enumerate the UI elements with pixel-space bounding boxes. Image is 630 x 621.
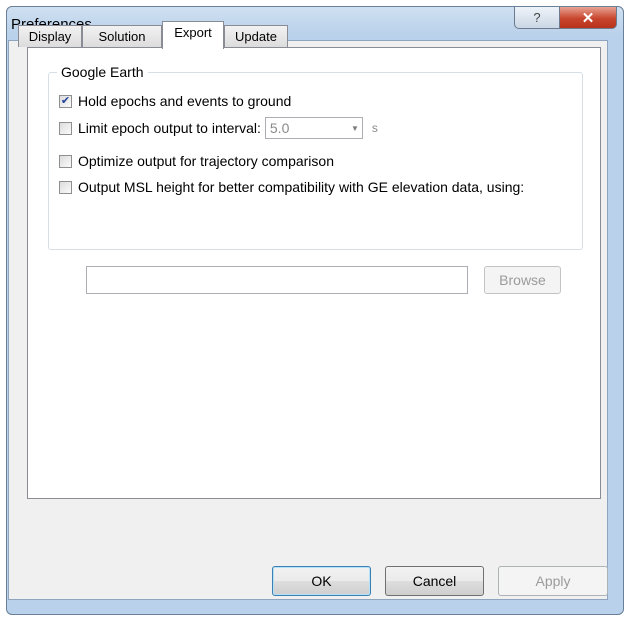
msl-path-input[interactable] bbox=[86, 266, 468, 294]
chevron-down-icon[interactable]: ▼ bbox=[351, 124, 359, 133]
limit-epoch-checkbox[interactable] bbox=[59, 121, 72, 135]
optimize-label: Optimize output for trajectory compariso… bbox=[78, 153, 334, 169]
group-title: Google Earth bbox=[57, 64, 148, 80]
interval-combo[interactable]: 5.0 ▼ bbox=[264, 117, 363, 139]
interval-unit: s bbox=[371, 121, 378, 135]
tab-solution[interactable]: Solution bbox=[82, 25, 162, 47]
close-button[interactable]: ✕ bbox=[559, 7, 617, 29]
msl-checkbox[interactable] bbox=[59, 180, 72, 194]
hold-epochs-row[interactable]: ✔ Hold epochs and events to ground bbox=[59, 93, 291, 109]
hold-epochs-label: Hold epochs and events to ground bbox=[78, 93, 292, 109]
tab-update[interactable]: Update bbox=[224, 25, 288, 47]
hold-epochs-checkbox[interactable]: ✔ bbox=[59, 94, 72, 108]
export-tab-panel: Google Earth ✔ Hold epochs and events to… bbox=[27, 47, 601, 499]
msl-row[interactable]: Output MSL height for better compatibili… bbox=[59, 179, 524, 195]
apply-button[interactable]: Apply bbox=[498, 566, 608, 596]
cancel-button[interactable]: Cancel bbox=[385, 566, 484, 596]
optimize-row[interactable]: Optimize output for trajectory compariso… bbox=[59, 153, 334, 169]
ok-button[interactable]: OK bbox=[272, 566, 371, 596]
tab-update-label: Update bbox=[235, 29, 277, 44]
interval-value: 5.0 bbox=[269, 120, 290, 136]
limit-epoch-label: Limit epoch output to interval: bbox=[78, 120, 261, 136]
close-icon: ✕ bbox=[581, 9, 595, 27]
google-earth-group: Google Earth ✔ Hold epochs and events to… bbox=[48, 64, 583, 250]
limit-epoch-row[interactable]: Limit epoch output to interval: 5.0 ▼ s bbox=[59, 117, 378, 139]
help-button[interactable]: ? bbox=[514, 7, 560, 29]
msl-label: Output MSL height for better compatibili… bbox=[78, 179, 525, 195]
tab-display-label: Display bbox=[28, 29, 72, 44]
tab-export-label: Export bbox=[174, 25, 212, 40]
tab-solution-label: Solution bbox=[98, 29, 146, 44]
tab-display[interactable]: Display bbox=[18, 25, 82, 47]
browse-button[interactable]: Browse bbox=[484, 266, 561, 294]
tab-export[interactable]: Export bbox=[162, 21, 224, 49]
help-icon: ? bbox=[533, 10, 541, 25]
optimize-checkbox[interactable] bbox=[59, 154, 72, 168]
